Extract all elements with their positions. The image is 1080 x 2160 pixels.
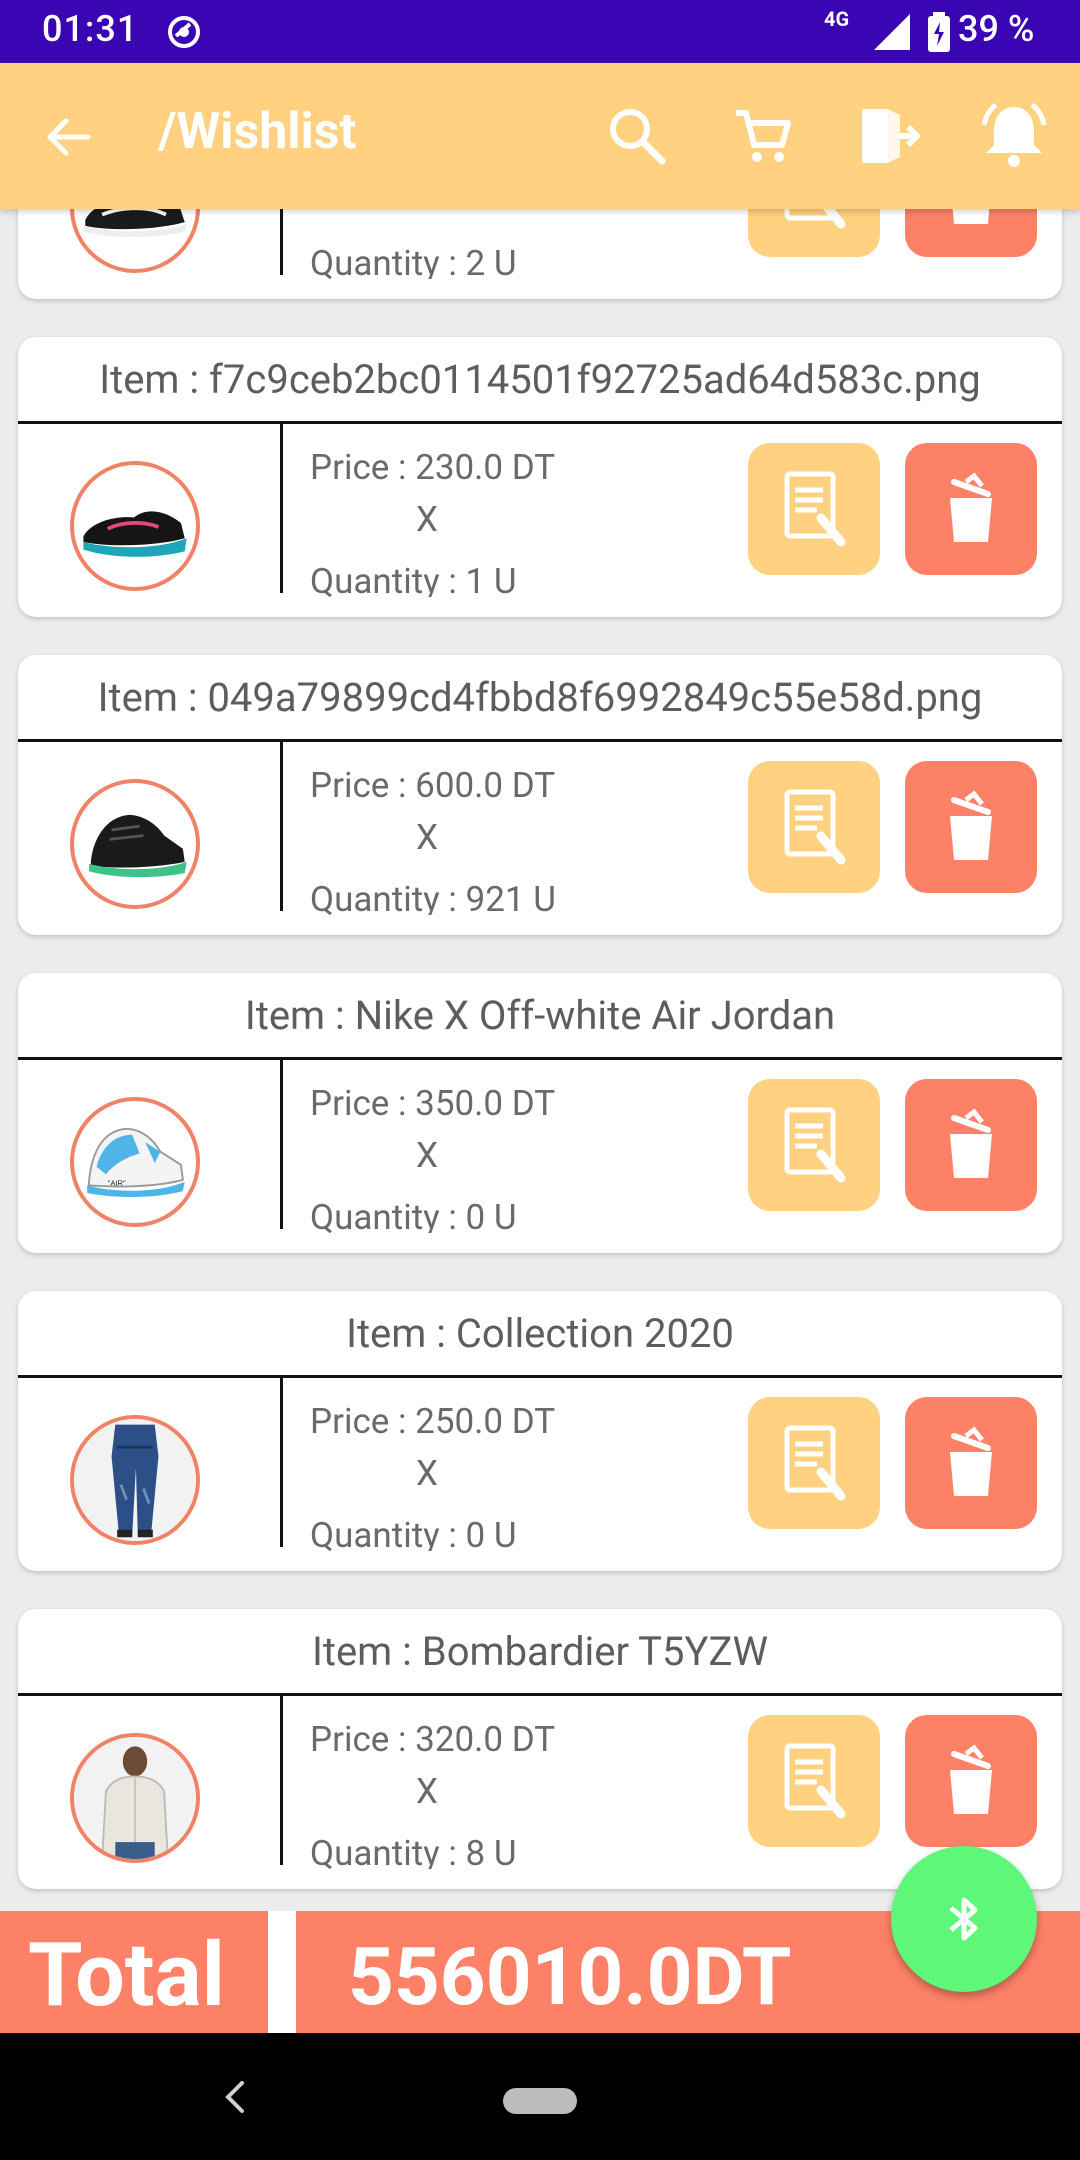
- item-quantity: Quantity : 2 U: [310, 243, 517, 279]
- edit-button[interactable]: [748, 443, 880, 575]
- bluetooth-icon: [949, 1897, 978, 1941]
- item-price: Price : 320.0 DT: [310, 1719, 556, 1760]
- edit-document-icon: [784, 1425, 846, 1501]
- divider: [18, 421, 1062, 424]
- person-jacket-icon: [74, 1737, 196, 1859]
- notification-bell-icon[interactable]: [978, 99, 1050, 171]
- trash-icon: [950, 790, 992, 860]
- nav-home-pill[interactable]: [503, 2088, 577, 2114]
- page-title: /Wishlist: [158, 103, 357, 161]
- edit-document-icon: [784, 789, 846, 865]
- wishlist-list[interactable]: Quantity : 2 U Item : f7c9ceb2bc0114501f…: [0, 209, 1080, 1909]
- edit-document-icon: [784, 209, 846, 229]
- svg-text:"AIR": "AIR": [108, 1178, 126, 1187]
- divider: [18, 1057, 1062, 1060]
- trash-icon: [950, 472, 992, 542]
- item-quantity: Quantity : 1 U: [310, 561, 517, 597]
- delete-button[interactable]: [905, 1397, 1037, 1529]
- logout-icon[interactable]: [854, 103, 920, 169]
- item-title: Item : f7c9ceb2bc0114501f92725ad64d583c.…: [99, 356, 981, 403]
- shoe-blue-white-icon: "AIR": [87, 1128, 185, 1197]
- search-icon[interactable]: [604, 103, 670, 169]
- edit-button[interactable]: [748, 209, 880, 257]
- delete-button[interactable]: [905, 443, 1037, 575]
- divider: [280, 1695, 283, 1865]
- battery-icon: [928, 12, 950, 52]
- item-image: "AIR": [70, 1097, 200, 1227]
- item-quantity: Quantity : 8 U: [310, 1833, 517, 1869]
- item-title: Item : Collection 2020: [346, 1310, 734, 1357]
- wishlist-item-card: Item : Nike X Off-white Air Jordan "AIR"…: [18, 973, 1062, 1253]
- item-image: [70, 461, 200, 591]
- item-title: Item : Bombardier T5YZW: [311, 1628, 768, 1675]
- total-label: Total: [0, 1911, 268, 2033]
- sync-icon: [168, 16, 200, 48]
- edit-button[interactable]: [748, 761, 880, 893]
- cart-icon[interactable]: [730, 103, 796, 169]
- boot-black-green-icon: [89, 814, 187, 878]
- shoe-black-teal-icon: [83, 511, 187, 557]
- item-title: Item : 049a79899cd4fbbd8f6992849c55e58d.…: [97, 674, 983, 721]
- divider: [280, 741, 283, 911]
- divider: [280, 209, 283, 275]
- divider: [18, 1375, 1062, 1378]
- item-image: [70, 1415, 200, 1545]
- item-quantity: Quantity : 0 U: [310, 1515, 517, 1551]
- multiply-sign: X: [416, 1771, 438, 1812]
- edit-button[interactable]: [748, 1397, 880, 1529]
- delete-button[interactable]: [905, 1079, 1037, 1211]
- multiply-sign: X: [416, 1135, 438, 1176]
- network-type: 4G: [824, 7, 850, 31]
- battery-percentage: 39 %: [958, 8, 1035, 50]
- delete-button[interactable]: [905, 761, 1037, 893]
- item-price: Price : 230.0 DT: [310, 447, 556, 488]
- wishlist-item-card: Quantity : 2 U: [18, 209, 1062, 299]
- delete-button[interactable]: [905, 209, 1037, 257]
- item-image: [70, 209, 200, 273]
- item-image: [70, 1733, 200, 1863]
- multiply-sign: X: [416, 1453, 438, 1494]
- nav-back-icon[interactable]: [220, 2077, 250, 2117]
- edit-button[interactable]: [748, 1715, 880, 1847]
- shoe-black-white-icon: [83, 209, 187, 238]
- signal-icon: [874, 14, 910, 50]
- item-price: Price : 250.0 DT: [310, 1401, 556, 1442]
- item-title: Item : Nike X Off-white Air Jordan: [244, 992, 836, 1039]
- bluetooth-button[interactable]: [891, 1846, 1037, 1992]
- divider: [280, 1059, 283, 1229]
- trash-icon: [952, 209, 990, 224]
- edit-document-icon: [784, 1743, 846, 1819]
- trash-icon: [950, 1108, 992, 1178]
- divider: [280, 423, 283, 593]
- multiply-sign: X: [416, 499, 438, 540]
- edit-button[interactable]: [748, 1079, 880, 1211]
- edit-document-icon: [784, 471, 846, 547]
- item-price: Price : 600.0 DT: [310, 765, 556, 806]
- item-quantity: Quantity : 921 U: [310, 879, 556, 915]
- item-image: [70, 779, 200, 909]
- status-time: 01:31: [42, 8, 139, 50]
- divider: [18, 1693, 1062, 1696]
- divider: [18, 739, 1062, 742]
- item-quantity: Quantity : 0 U: [310, 1197, 517, 1233]
- multiply-sign: X: [416, 817, 438, 858]
- divider: [280, 1377, 283, 1547]
- back-arrow-icon[interactable]: [44, 113, 92, 161]
- wishlist-item-card: Item : Bombardier T5YZW Price : 320.0 DT…: [18, 1609, 1062, 1889]
- app-bar: /Wishlist: [0, 63, 1080, 209]
- delete-button[interactable]: [905, 1715, 1037, 1847]
- wishlist-item-card: Item : Collection 2020 Price : 250.0 DT …: [18, 1291, 1062, 1571]
- wishlist-item-card: Item : f7c9ceb2bc0114501f92725ad64d583c.…: [18, 337, 1062, 617]
- trash-icon: [950, 1426, 992, 1496]
- trash-icon: [950, 1744, 992, 1814]
- wishlist-item-card: Item : 049a79899cd4fbbd8f6992849c55e58d.…: [18, 655, 1062, 935]
- edit-document-icon: [784, 1107, 846, 1183]
- jeans-icon: [74, 1419, 196, 1541]
- item-price: Price : 350.0 DT: [310, 1083, 556, 1124]
- status-bar: 01:31 4G 39 %: [0, 0, 1080, 63]
